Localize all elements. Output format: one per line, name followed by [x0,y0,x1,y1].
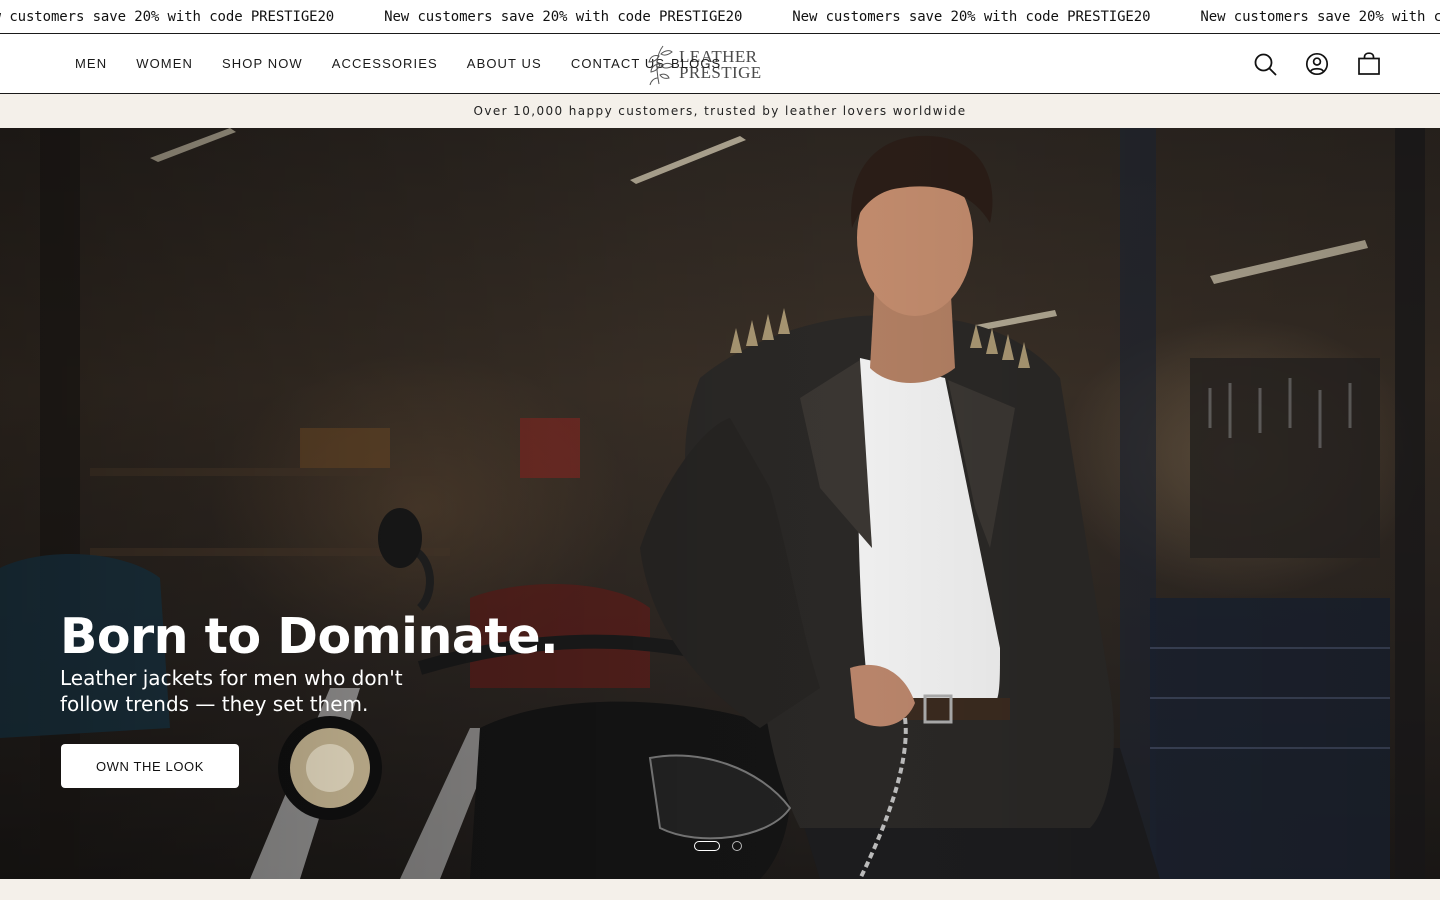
secondary-nav: BLOGS [671,34,721,93]
announcement-bar: New customers save 20% with code PRESTIG… [0,0,1440,34]
slide-dot-2[interactable] [732,841,742,851]
slideshow-pagination [694,840,754,852]
announcement-message: New customers save 20% with code PRESTIG… [1200,9,1440,25]
trust-text: Over 10,000 happy customers, trusted by … [473,104,967,118]
hero-title: Born to Dominate. [60,608,559,665]
nav-link-shop-now[interactable]: SHOP NOW [222,56,303,71]
announcement-message: New customers save 20% with code PRESTIG… [792,9,1151,25]
search-icon[interactable] [1252,51,1278,77]
nav-link-women[interactable]: WOMEN [136,56,193,71]
nav-link-accessories[interactable]: ACCESSORIES [332,56,438,71]
hero-banner: Born to Dominate. Leather jackets for me… [0,128,1440,879]
site-header: MEN WOMEN SHOP NOW ACCESSORIES ABOUT US … [0,34,1440,94]
nav-link-blogs[interactable]: BLOGS [671,56,721,71]
nav-link-men[interactable]: MEN [75,56,107,71]
next-section-edge [0,879,1440,900]
header-actions [1226,34,1382,93]
announcement-track: New customers save 20% with code PRESTIG… [0,0,1440,33]
hero-subtitle: Leather jackets for men who don't follow… [60,666,403,716]
nav-link-about-us[interactable]: ABOUT US [467,56,542,71]
trust-bar: Over 10,000 happy customers, trusted by … [0,94,1440,128]
main-nav: MEN WOMEN SHOP NOW ACCESSORIES ABOUT US … [75,34,694,93]
cart-bag-icon[interactable] [1356,51,1382,77]
announcement-message: New customers save 20% with code PRESTIG… [0,9,335,25]
account-icon[interactable] [1304,51,1330,77]
announcement-message: New customers save 20% with code PRESTIG… [384,9,743,25]
slide-dot-1[interactable] [694,841,720,851]
own-the-look-button[interactable]: OWN THE LOOK [61,744,239,788]
